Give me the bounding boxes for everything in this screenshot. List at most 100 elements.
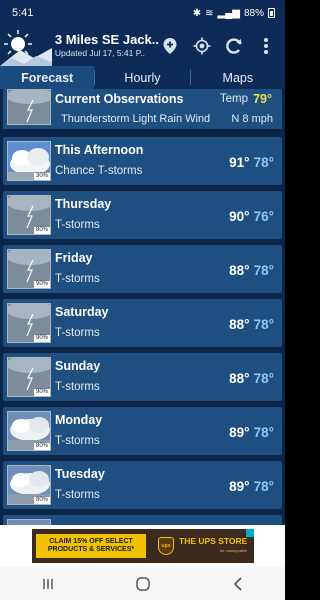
current-observations-row[interactable]: Current Observations Temp 79° Thundersto… (3, 89, 282, 129)
more-menu-button[interactable] (255, 35, 277, 57)
wifi-icon: ≋ (205, 7, 214, 19)
recent-apps-button[interactable] (28, 572, 68, 596)
precip-chance: 80% (33, 227, 50, 234)
low-temp: 78° (253, 317, 274, 332)
low-temp: 78° (253, 371, 274, 386)
current-description: Thunderstorm Light Rain Wind (61, 113, 211, 125)
forecast-day: Thursday (55, 197, 112, 211)
updated-time: Updated Jul 17, 5:41 P.. (54, 48, 146, 59)
app-logo (0, 26, 52, 66)
tab-hourly[interactable]: Hourly (95, 66, 189, 89)
forecast-condition: T-storms (55, 381, 100, 393)
current-temp-label: Temp (219, 93, 248, 105)
thunderstorm-icon: 90% (7, 303, 51, 343)
forecast-temps: 88° 78° (229, 263, 274, 278)
thunderstorm-icon: 90% (7, 357, 51, 397)
gps-button[interactable] (191, 35, 213, 57)
status-time: 5:41 (12, 7, 34, 19)
tab-maps[interactable]: Maps (191, 66, 285, 89)
ad-brand-text: THE UPS STORE be unstoppable (179, 537, 247, 555)
low-temp: 78° (253, 479, 274, 494)
current-wind: N 8 mph (231, 113, 273, 125)
add-location-icon (163, 38, 177, 54)
forecast-day: Sunday (55, 359, 101, 373)
ad-banner-area: CLAIM 15% OFF SELECT PRODUCTS & SERVICES… (0, 525, 285, 567)
forecast-condition: T-storms (55, 435, 100, 447)
signal-icon: ▂▄▆ (217, 7, 240, 19)
forecast-condition: T-storms (55, 489, 100, 501)
chance-tstorms-icon: 30% (7, 141, 51, 181)
more-vertical-icon (264, 38, 268, 54)
forecast-condition: T-storms (55, 327, 100, 339)
status-bar: 5:41 ✱ ≋ ▂▄▆ 88% (0, 0, 285, 26)
forecast-row[interactable]: 80% Monday T-storms 89° 78° (3, 407, 282, 455)
high-temp: 91° (229, 155, 250, 170)
ad-brand-name: THE UPS STORE (179, 536, 248, 546)
forecast-day: Tuesday (55, 467, 105, 481)
status-icons: ✱ ≋ ▂▄▆ 88% (193, 8, 275, 19)
forecast-list[interactable]: Current Observations Temp 79° Thundersto… (0, 89, 285, 525)
current-title: Current Observations (55, 92, 184, 106)
bluetooth-icon: ✱ (192, 7, 202, 19)
thunderstorm-icon: 90% (7, 249, 51, 289)
high-temp: 88° (229, 371, 250, 386)
forecast-temps: 89° 78° (229, 425, 274, 440)
forecast-row[interactable]: 90% Sunday T-storms 88° 78° (3, 353, 282, 401)
recent-apps-icon (42, 578, 53, 589)
forecast-temps: 89° 78° (229, 479, 274, 494)
forecast-condition: Chance T-storms (55, 165, 143, 177)
high-temp: 88° (229, 263, 250, 278)
thunderstorm-icon (7, 89, 51, 125)
tab-bar: Forecast Hourly Maps (0, 66, 285, 89)
precip-chance: 80% (33, 443, 50, 450)
forecast-day: Saturday (55, 305, 109, 319)
ad-tagline: be unstoppable (219, 548, 248, 553)
low-temp: 76° (253, 209, 274, 224)
chance-tstorms-icon: 80% (7, 411, 51, 451)
high-temp: 89° (229, 479, 250, 494)
location-title[interactable]: 3 Miles SE Jack.. (55, 32, 159, 47)
forecast-row[interactable]: 80% Tuesday T-storms 89° 78° (3, 461, 282, 509)
ups-logo-icon: ups (158, 537, 174, 555)
precip-chance: 90% (33, 389, 50, 396)
precip-chance: 90% (33, 335, 50, 342)
forecast-row[interactable]: 80% Thursday T-storms 90° 76° (3, 191, 282, 239)
forecast-row[interactable]: 30% This Afternoon Chance T-storms 91° 78… (3, 137, 282, 185)
back-icon (233, 576, 242, 591)
tab-forecast[interactable]: Forecast (0, 66, 95, 89)
low-temp: 78° (253, 425, 274, 440)
forecast-condition: T-storms (55, 219, 100, 231)
forecast-temps: 90° 76° (229, 209, 274, 224)
add-location-button[interactable] (159, 35, 181, 57)
forecast-temps: 88° 78° (229, 317, 274, 332)
high-temp: 90° (229, 209, 250, 224)
ad-choices-icon[interactable] (246, 529, 254, 537)
home-button[interactable] (123, 572, 163, 596)
high-temp: 89° (229, 425, 250, 440)
high-temp: 88° (229, 317, 250, 332)
forecast-day: This Afternoon (55, 143, 144, 157)
gps-target-icon (193, 37, 211, 55)
forecast-row[interactable]: 90% Saturday T-storms 88° 78° (3, 299, 282, 347)
refresh-button[interactable] (223, 35, 245, 57)
forecast-condition: T-storms (55, 273, 100, 285)
ad-offer-text: CLAIM 15% OFF SELECT PRODUCTS & SERVICES… (36, 534, 146, 558)
location-block[interactable]: 3 Miles SE Jack.. Updated Jul 17, 5:41 P… (51, 32, 159, 59)
forecast-row[interactable]: 90% Friday T-storms 88° 78° (3, 245, 282, 293)
forecast-temps: 88° 78° (229, 371, 274, 386)
system-nav-bar (0, 567, 285, 600)
app-header: 3 Miles SE Jack.. Updated Jul 17, 5:41 P… (0, 26, 285, 66)
ad-banner[interactable]: CLAIM 15% OFF SELECT PRODUCTS & SERVICES… (32, 529, 254, 563)
refresh-icon (226, 38, 242, 54)
battery-icon (268, 8, 275, 18)
home-icon (135, 576, 150, 591)
header-actions (159, 35, 285, 57)
precip-chance: 80% (33, 497, 50, 504)
back-button[interactable] (218, 572, 258, 596)
thunderstorm-icon: 80% (7, 195, 51, 235)
battery-level: 88% (243, 7, 264, 19)
precip-chance: 90% (33, 281, 50, 288)
forecast-day: Friday (55, 251, 93, 265)
current-temp-value: 79° (253, 92, 272, 106)
forecast-row-partial[interactable] (3, 515, 282, 525)
